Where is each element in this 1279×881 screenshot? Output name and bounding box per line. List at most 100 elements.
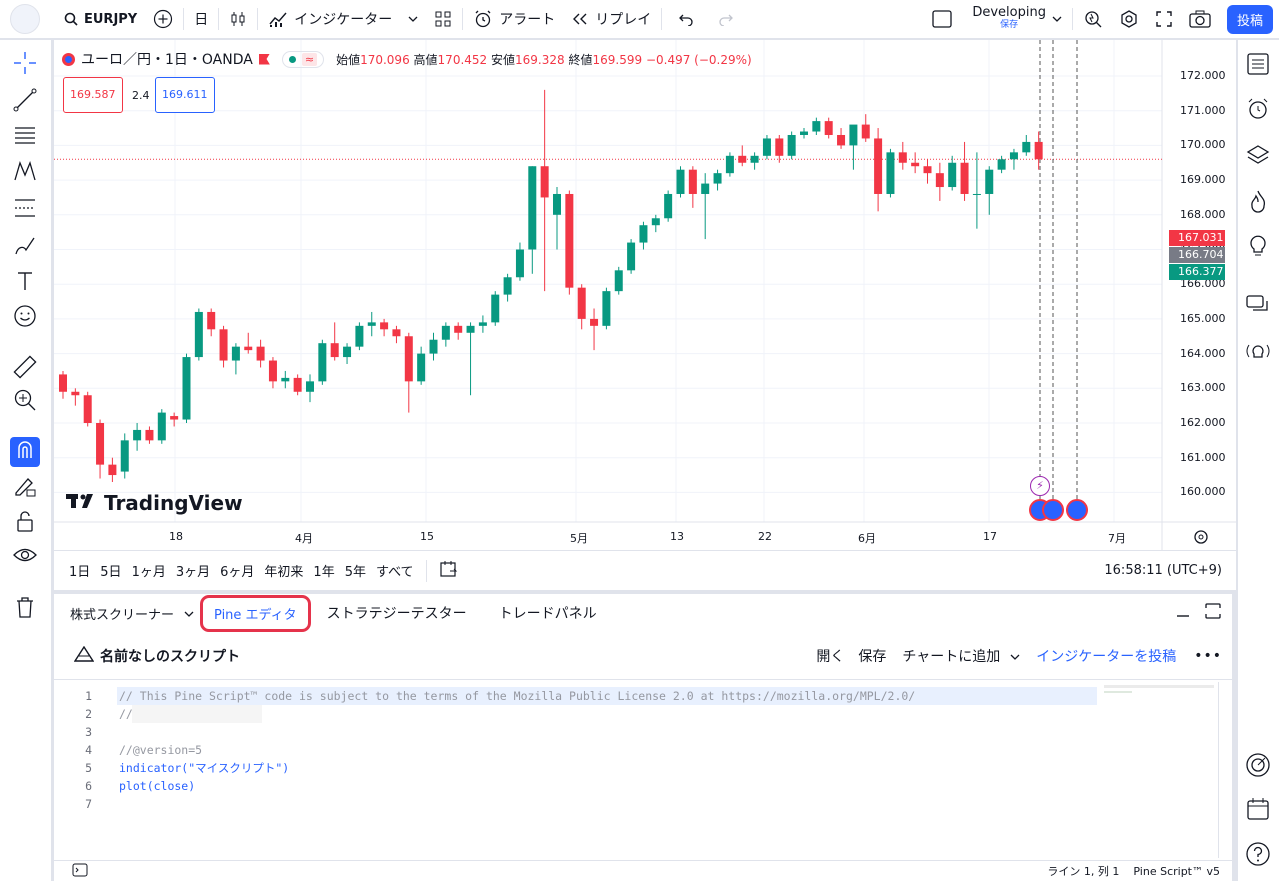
replay-button[interactable]: リプレイ bbox=[563, 0, 659, 39]
zoom-tool[interactable] bbox=[10, 387, 40, 417]
candle[interactable] bbox=[231, 343, 240, 375]
candle[interactable] bbox=[343, 343, 352, 365]
candle[interactable] bbox=[676, 166, 685, 198]
quick-search-button[interactable] bbox=[1075, 0, 1111, 39]
dom-button[interactable] bbox=[1243, 752, 1273, 782]
magnet-tool[interactable] bbox=[10, 437, 40, 467]
candle[interactable] bbox=[997, 155, 1006, 174]
language-version[interactable]: Pine Script™ v5 bbox=[1133, 865, 1220, 878]
timeframe-9[interactable]: すべて bbox=[376, 561, 414, 580]
candle[interactable] bbox=[491, 291, 500, 326]
goto-date-button[interactable] bbox=[439, 559, 469, 583]
event-marker-3[interactable] bbox=[1066, 499, 1088, 521]
candle[interactable] bbox=[83, 391, 92, 427]
candle[interactable] bbox=[478, 315, 487, 333]
minimize-panel-button[interactable] bbox=[1176, 604, 1190, 622]
clock-timezone[interactable]: 16:58:11 (UTC+9) bbox=[1104, 563, 1222, 578]
candle[interactable] bbox=[59, 370, 67, 399]
candle[interactable] bbox=[725, 152, 734, 177]
candle[interactable] bbox=[701, 173, 710, 240]
tab-strategy-tester[interactable]: ストラテジーテスター bbox=[311, 603, 483, 623]
trendline-tool[interactable] bbox=[10, 87, 40, 117]
more-icon[interactable]: ••• bbox=[1194, 648, 1222, 664]
candle[interactable] bbox=[170, 412, 179, 427]
alerts-button[interactable] bbox=[1243, 96, 1273, 126]
candle[interactable] bbox=[207, 308, 216, 337]
text-tool[interactable] bbox=[10, 268, 40, 298]
candle[interactable] bbox=[948, 155, 957, 191]
ruler-tool[interactable] bbox=[10, 354, 40, 384]
candle[interactable] bbox=[157, 409, 166, 444]
code-line[interactable]: 2 // bbox=[54, 705, 1154, 723]
save-button[interactable]: 保存 bbox=[858, 646, 886, 666]
candle[interactable] bbox=[540, 89, 549, 292]
candle[interactable] bbox=[293, 374, 302, 396]
timeframe-6[interactable]: 年初来 bbox=[264, 561, 303, 580]
code-line[interactable]: 4 //@version=5 bbox=[54, 741, 1154, 759]
calendar-button[interactable] bbox=[1243, 796, 1273, 826]
candle[interactable] bbox=[911, 152, 920, 174]
object-tree-button[interactable] bbox=[1243, 142, 1273, 172]
code-line[interactable]: 3 bbox=[54, 723, 1154, 741]
templates-button[interactable] bbox=[426, 0, 460, 39]
candle[interactable] bbox=[849, 124, 858, 170]
streams-button[interactable] bbox=[1243, 338, 1273, 368]
avatar[interactable] bbox=[0, 0, 48, 39]
candle[interactable] bbox=[71, 388, 80, 406]
redo-button[interactable] bbox=[708, 0, 744, 39]
candle[interactable] bbox=[565, 190, 574, 295]
chat-button[interactable] bbox=[1243, 292, 1273, 322]
projection-tool[interactable] bbox=[10, 195, 40, 225]
editor-scrollbar[interactable] bbox=[1218, 682, 1226, 858]
code-line[interactable]: 6 plot(close) bbox=[54, 777, 1154, 795]
candle[interactable] bbox=[664, 190, 673, 222]
candle[interactable] bbox=[367, 311, 376, 337]
event-marker-2[interactable] bbox=[1042, 499, 1064, 521]
emoji-tool[interactable] bbox=[10, 303, 40, 333]
candle[interactable] bbox=[318, 339, 327, 385]
snapshot-button[interactable] bbox=[1181, 0, 1219, 39]
candle[interactable] bbox=[306, 374, 314, 403]
candle[interactable] bbox=[935, 162, 944, 201]
timeframe-4[interactable]: 3ヶ月 bbox=[176, 561, 210, 580]
timeframe-2[interactable]: 5日 bbox=[100, 561, 121, 580]
candle[interactable] bbox=[466, 322, 475, 396]
minimap[interactable] bbox=[1104, 682, 1218, 858]
interval-button[interactable]: 日 bbox=[186, 0, 216, 39]
candle[interactable] bbox=[985, 166, 994, 215]
alert-button[interactable]: アラート bbox=[465, 0, 563, 39]
layout-button[interactable]: Developing 保存 bbox=[924, 0, 1070, 39]
tab-pine-editor[interactable]: Pine エディタ bbox=[200, 594, 311, 632]
candle[interactable] bbox=[762, 134, 771, 160]
code-line[interactable]: 5 indicator("マイスクリプト") bbox=[54, 759, 1154, 777]
candle[interactable] bbox=[812, 117, 821, 135]
candle[interactable] bbox=[268, 357, 277, 389]
candle[interactable] bbox=[194, 308, 203, 361]
lock-drawings-pencil-tool[interactable] bbox=[10, 473, 40, 503]
ideas-button[interactable] bbox=[1243, 233, 1273, 263]
price-chart[interactable] bbox=[54, 40, 1236, 550]
candle[interactable] bbox=[404, 332, 413, 413]
candle[interactable] bbox=[1022, 134, 1031, 156]
candle[interactable] bbox=[824, 117, 833, 139]
chart-pane[interactable]: ユーロ／円・1日・OANDA ≈ 始値170.096 高値170.452 安値1… bbox=[54, 40, 1236, 590]
undo-button[interactable] bbox=[664, 0, 708, 39]
delete-drawings-tool[interactable] bbox=[10, 594, 40, 624]
timeframe-3[interactable]: 1ヶ月 bbox=[132, 561, 166, 580]
cursor-position[interactable]: ライン 1, 列 1 bbox=[1047, 863, 1119, 879]
candle[interactable] bbox=[392, 325, 401, 344]
brush-tool[interactable] bbox=[10, 232, 40, 262]
candle[interactable] bbox=[738, 145, 747, 167]
candle[interactable] bbox=[651, 214, 660, 233]
candle[interactable] bbox=[281, 370, 290, 389]
candle[interactable] bbox=[503, 273, 512, 302]
candle[interactable] bbox=[256, 339, 265, 368]
chart-type-button[interactable] bbox=[221, 0, 255, 39]
candle[interactable] bbox=[120, 433, 129, 479]
candle[interactable] bbox=[1009, 148, 1018, 170]
timeframe-5[interactable]: 6ヶ月 bbox=[220, 561, 254, 580]
candle[interactable] bbox=[713, 169, 722, 191]
candle[interactable] bbox=[750, 152, 759, 170]
candle[interactable] bbox=[627, 239, 636, 274]
watchlist-button[interactable] bbox=[1243, 51, 1273, 81]
